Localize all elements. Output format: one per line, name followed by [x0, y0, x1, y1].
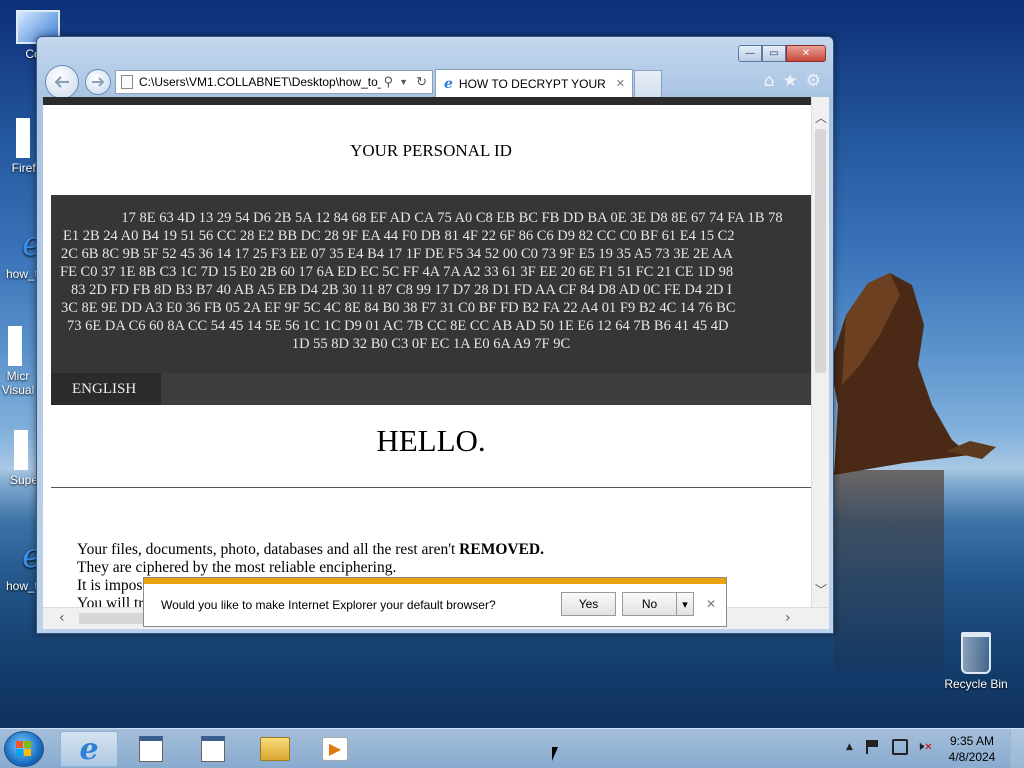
greeting-heading: HELLO.: [376, 423, 486, 458]
personal-id-line: FE C0 37 1E 8B C3 1C 7D 15 E0 2B 60 17 6…: [60, 264, 734, 280]
ie-window: — ▭ ✕ C:\Users\VM1.COLLABNET\Desktop\how…: [36, 36, 834, 634]
refresh-icon[interactable]: ↻: [411, 74, 432, 90]
volume-muted-icon[interactable]: 🕨✕: [916, 739, 933, 754]
default-browser-notification: Would you like to make Internet Explorer…: [143, 577, 727, 627]
show-desktop-button[interactable]: [1010, 729, 1024, 768]
folder-icon: [260, 737, 290, 761]
minimize-button[interactable]: —: [738, 45, 762, 62]
taskbar-app-2[interactable]: [187, 731, 239, 767]
personal-id-line: 1D 55 8D 32 B0 C3 0F EC 1A E0 6A A9 7F 9…: [291, 336, 571, 352]
horizontal-scroll-thumb[interactable]: [79, 613, 149, 624]
language-tab-english[interactable]: ENGLISH: [51, 373, 161, 405]
favorites-star-icon[interactable]: ★: [783, 71, 798, 91]
search-icon[interactable]: ⚲: [381, 74, 397, 90]
program-window-icon: [139, 736, 163, 762]
clock-date: 4/8/2024: [948, 750, 996, 764]
scroll-left-icon[interactable]: ‹: [59, 610, 65, 626]
toolbar-icons: ⌂ ★ ⚙: [764, 71, 821, 91]
tab-close-icon[interactable]: ✕: [609, 77, 632, 90]
media-player-icon: ▶: [322, 737, 348, 761]
network-icon[interactable]: [892, 739, 908, 755]
mouse-cursor-icon: [552, 747, 558, 761]
file-icon: [16, 118, 30, 158]
address-bar[interactable]: C:\Users\VM1.COLLABNET\Desktop\how_to_ ⚲…: [115, 70, 433, 94]
program-window-icon: [201, 736, 225, 762]
caption-buttons: — ▭ ✕: [738, 45, 826, 62]
desktop-icon-recycle-bin[interactable]: Recycle Bin: [939, 632, 1013, 691]
ie-icon: e: [79, 731, 99, 767]
personal-id-line: 83 2D FD FB 8D B3 B7 40 AB A5 EB D4 2B 3…: [71, 282, 732, 298]
language-bar: ENGLISH: [51, 373, 811, 405]
scroll-up-icon[interactable]: ︿: [815, 109, 827, 126]
no-dropdown-button[interactable]: ▾: [676, 592, 694, 616]
personal-id-line: 73 6E DA C6 60 8A CC 54 45 14 5E 56 1C 1…: [67, 318, 729, 334]
tray-expand-icon[interactable]: ▲: [846, 742, 853, 752]
rock-scenery: [830, 273, 996, 475]
back-arrow-icon: [54, 76, 69, 88]
forward-button[interactable]: [85, 69, 111, 95]
vertical-scrollbar[interactable]: ︿ ﹀: [811, 97, 829, 615]
scroll-down-icon[interactable]: ﹀: [815, 581, 827, 598]
clock-time: 9:35 AM: [949, 734, 995, 748]
flag-icon[interactable]: [866, 740, 880, 754]
notification-stripe: [144, 578, 726, 584]
taskbar-explorer[interactable]: [249, 731, 301, 767]
recycle-bin-icon: [961, 632, 991, 674]
scroll-right-icon[interactable]: ›: [785, 610, 791, 626]
close-icon[interactable]: ✕: [706, 597, 716, 611]
personal-id-line: E1 2B 24 A0 B4 19 51 56 CC 28 E2 BB DC 2…: [63, 228, 735, 244]
personal-id-heading: YOUR PERSONAL ID: [350, 141, 512, 160]
scroll-thumb[interactable]: [815, 129, 826, 373]
taskbar-ie[interactable]: e: [60, 731, 118, 767]
file-icon: [8, 326, 22, 366]
ie-tab-icon: e: [444, 75, 453, 92]
personal-id-block: 17 8E 63 4D 13 29 54 D6 2B 5A 12 84 68 E…: [51, 195, 811, 373]
file-icon: [14, 430, 28, 470]
start-button[interactable]: [4, 731, 44, 767]
windows-logo-icon: [16, 741, 31, 756]
close-button[interactable]: ✕: [786, 45, 826, 62]
taskbar-app-1[interactable]: [125, 731, 177, 767]
personal-id-line: 17 8E 63 4D 13 29 54 D6 2B 5A 12 84 68 E…: [121, 210, 783, 226]
page-top-bar: [43, 97, 811, 105]
clock[interactable]: 9:35 AM 4/8/2024: [944, 733, 1000, 765]
taskbar: e ▶ ▲ 🕨✕ 9:35 AM 4/8/2024: [0, 728, 1024, 768]
personal-id-line: 3C 8E 9E DD A3 E0 36 FB 05 2A EF 9F 5C 4…: [61, 300, 736, 316]
back-button[interactable]: [45, 65, 79, 99]
taskbar-media-player[interactable]: ▶: [309, 731, 361, 767]
forward-arrow-icon: [92, 77, 105, 87]
divider: [51, 487, 811, 488]
home-icon[interactable]: ⌂: [764, 71, 775, 91]
gear-icon[interactable]: ⚙: [806, 71, 821, 91]
sea-reflection: [834, 470, 944, 670]
tab-how-to-decrypt[interactable]: e HOW TO DECRYPT YOUR F... ✕: [435, 69, 633, 97]
dropdown-arrow-icon[interactable]: ▼: [396, 77, 411, 87]
no-button[interactable]: No: [622, 592, 677, 616]
new-tab-button[interactable]: [634, 70, 662, 97]
address-input[interactable]: C:\Users\VM1.COLLABNET\Desktop\how_to_: [139, 75, 381, 89]
personal-id-line: 2C 6B 8C 9B 5F 52 45 36 14 17 25 F3 EE 0…: [61, 246, 733, 262]
page-viewport: YOUR PERSONAL ID 17 8E 63 4D 13 29 54 D6…: [43, 97, 811, 615]
yes-button[interactable]: Yes: [561, 592, 616, 616]
tab-title: HOW TO DECRYPT YOUR F...: [458, 76, 609, 91]
notification-text: Would you like to make Internet Explorer…: [161, 598, 496, 612]
ransom-page: YOUR PERSONAL ID 17 8E 63 4D 13 29 54 D6…: [51, 105, 811, 615]
maximize-button[interactable]: ▭: [762, 45, 786, 62]
page-file-icon: [121, 75, 133, 89]
